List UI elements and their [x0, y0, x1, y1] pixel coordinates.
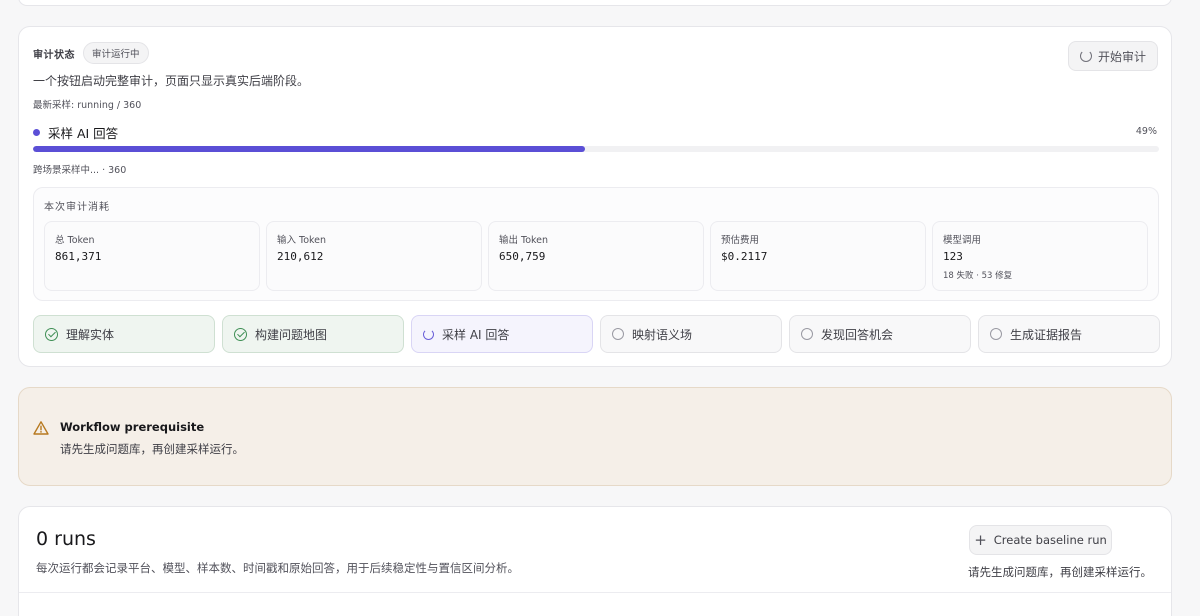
start-audit-label: 开始审计 [1097, 49, 1146, 64]
runs-card: 0 runs 每次运行都会记录平台、模型、样本数、时间戳和原始回答，用于后续稳定… [18, 506, 1172, 616]
metric-estimated-cost: 预估费用 $0.2117 [710, 221, 926, 291]
start-audit-button[interactable]: 开始审计 [1068, 41, 1158, 71]
step-label: 映射语义场 [632, 327, 693, 342]
metric-input-token: 输入 Token 210,612 [266, 221, 482, 291]
step-label: 理解实体 [66, 327, 115, 342]
create-run-note: 请先生成问题库，再创建采样运行。 [968, 565, 1152, 579]
metric-value: 210,612 [277, 250, 324, 263]
progress-bar-fill [33, 146, 585, 152]
metric-value: 123 [943, 250, 963, 263]
warning-triangle-icon [33, 420, 49, 440]
latest-sample: 最新采样: running / 360 [33, 100, 142, 111]
step-sample-ai-answers[interactable]: 采样 AI 回答 [411, 315, 593, 353]
empty-circle-icon [990, 328, 1002, 340]
create-baseline-run-button[interactable]: + Create baseline run [969, 525, 1112, 555]
current-step: 采样 AI 回答 [33, 123, 118, 142]
status-row: 审计状态 审计运行中 [33, 42, 149, 64]
step-label: 发现回答机会 [821, 327, 894, 342]
pipeline-steps: 理解实体 构建问题地图 采样 AI 回答 映射语义场 发现回答机会 生成证据报告 [33, 315, 1160, 353]
metric-label: 输入 Token [277, 235, 327, 246]
plus-icon: + [974, 530, 987, 549]
spinner-icon [423, 328, 434, 340]
create-baseline-run-label: Create baseline run [993, 533, 1107, 547]
status-label: 审计状态 [33, 49, 75, 61]
prerequisite-text: 请先生成问题库，再创建采样运行。 [60, 442, 244, 456]
metric-value: 861,371 [55, 250, 102, 263]
check-circle-icon [234, 327, 247, 341]
progress-bar [33, 146, 1159, 152]
progress-percent: 49% [1135, 126, 1157, 137]
metric-model-calls: 模型调用 123 18 失败 · 53 修复 [932, 221, 1148, 291]
metric-value: 650,759 [499, 250, 546, 263]
check-circle-icon [45, 327, 58, 341]
metric-value: $0.2117 [721, 250, 768, 263]
step-label: 采样 AI 回答 [442, 327, 510, 342]
step-understand-entity[interactable]: 理解实体 [33, 315, 215, 353]
spinner-icon [1079, 50, 1092, 62]
empty-circle-icon [612, 328, 624, 340]
empty-circle-icon [801, 328, 813, 340]
status-dot-icon [33, 129, 40, 136]
step-label: 构建问题地图 [255, 327, 328, 342]
prerequisite-title: Workflow prerequisite [60, 420, 205, 434]
step-generate-report[interactable]: 生成证据报告 [978, 315, 1160, 353]
audit-description: 一个按钮启动完整审计，页面只显示真实后端阶段。 [33, 74, 310, 88]
step-build-question-map[interactable]: 构建问题地图 [222, 315, 404, 353]
step-map-semantic-field[interactable]: 映射语义场 [600, 315, 782, 353]
consumption-panel: 本次审计消耗 总 Token 861,371 输入 Token 210,612 … [33, 187, 1159, 301]
workflow-prerequisite-alert: Workflow prerequisite 请先生成问题库，再创建采样运行。 [18, 387, 1172, 486]
step-label: 生成证据报告 [1010, 327, 1083, 342]
divider [19, 592, 1171, 593]
metric-label: 输出 Token [499, 235, 549, 246]
runs-title: 0 runs [36, 528, 96, 550]
previous-card-edge [18, 0, 1172, 6]
consumption-title: 本次审计消耗 [44, 202, 110, 213]
metric-output-token: 输出 Token 650,759 [488, 221, 704, 291]
runs-description: 每次运行都会记录平台、模型、样本数、时间戳和原始回答，用于后续稳定性与置信区间分… [36, 561, 519, 575]
metric-subtext: 18 失败 · 53 修复 [943, 271, 1013, 281]
metric-label: 预估费用 [721, 235, 760, 246]
metric-label: 总 Token [55, 235, 95, 246]
status-badge: 审计运行中 [83, 42, 149, 64]
audit-status-card: 审计状态 审计运行中 开始审计 一个按钮启动完整审计，页面只显示真实后端阶段。 … [18, 26, 1172, 367]
metric-total-token: 总 Token 861,371 [44, 221, 260, 291]
current-step-label: 采样 AI 回答 [48, 126, 119, 141]
step-discover-opportunities[interactable]: 发现回答机会 [789, 315, 971, 353]
progress-subtext: 跨场景采样中... · 360 [33, 165, 127, 176]
metric-label: 模型调用 [943, 235, 982, 246]
